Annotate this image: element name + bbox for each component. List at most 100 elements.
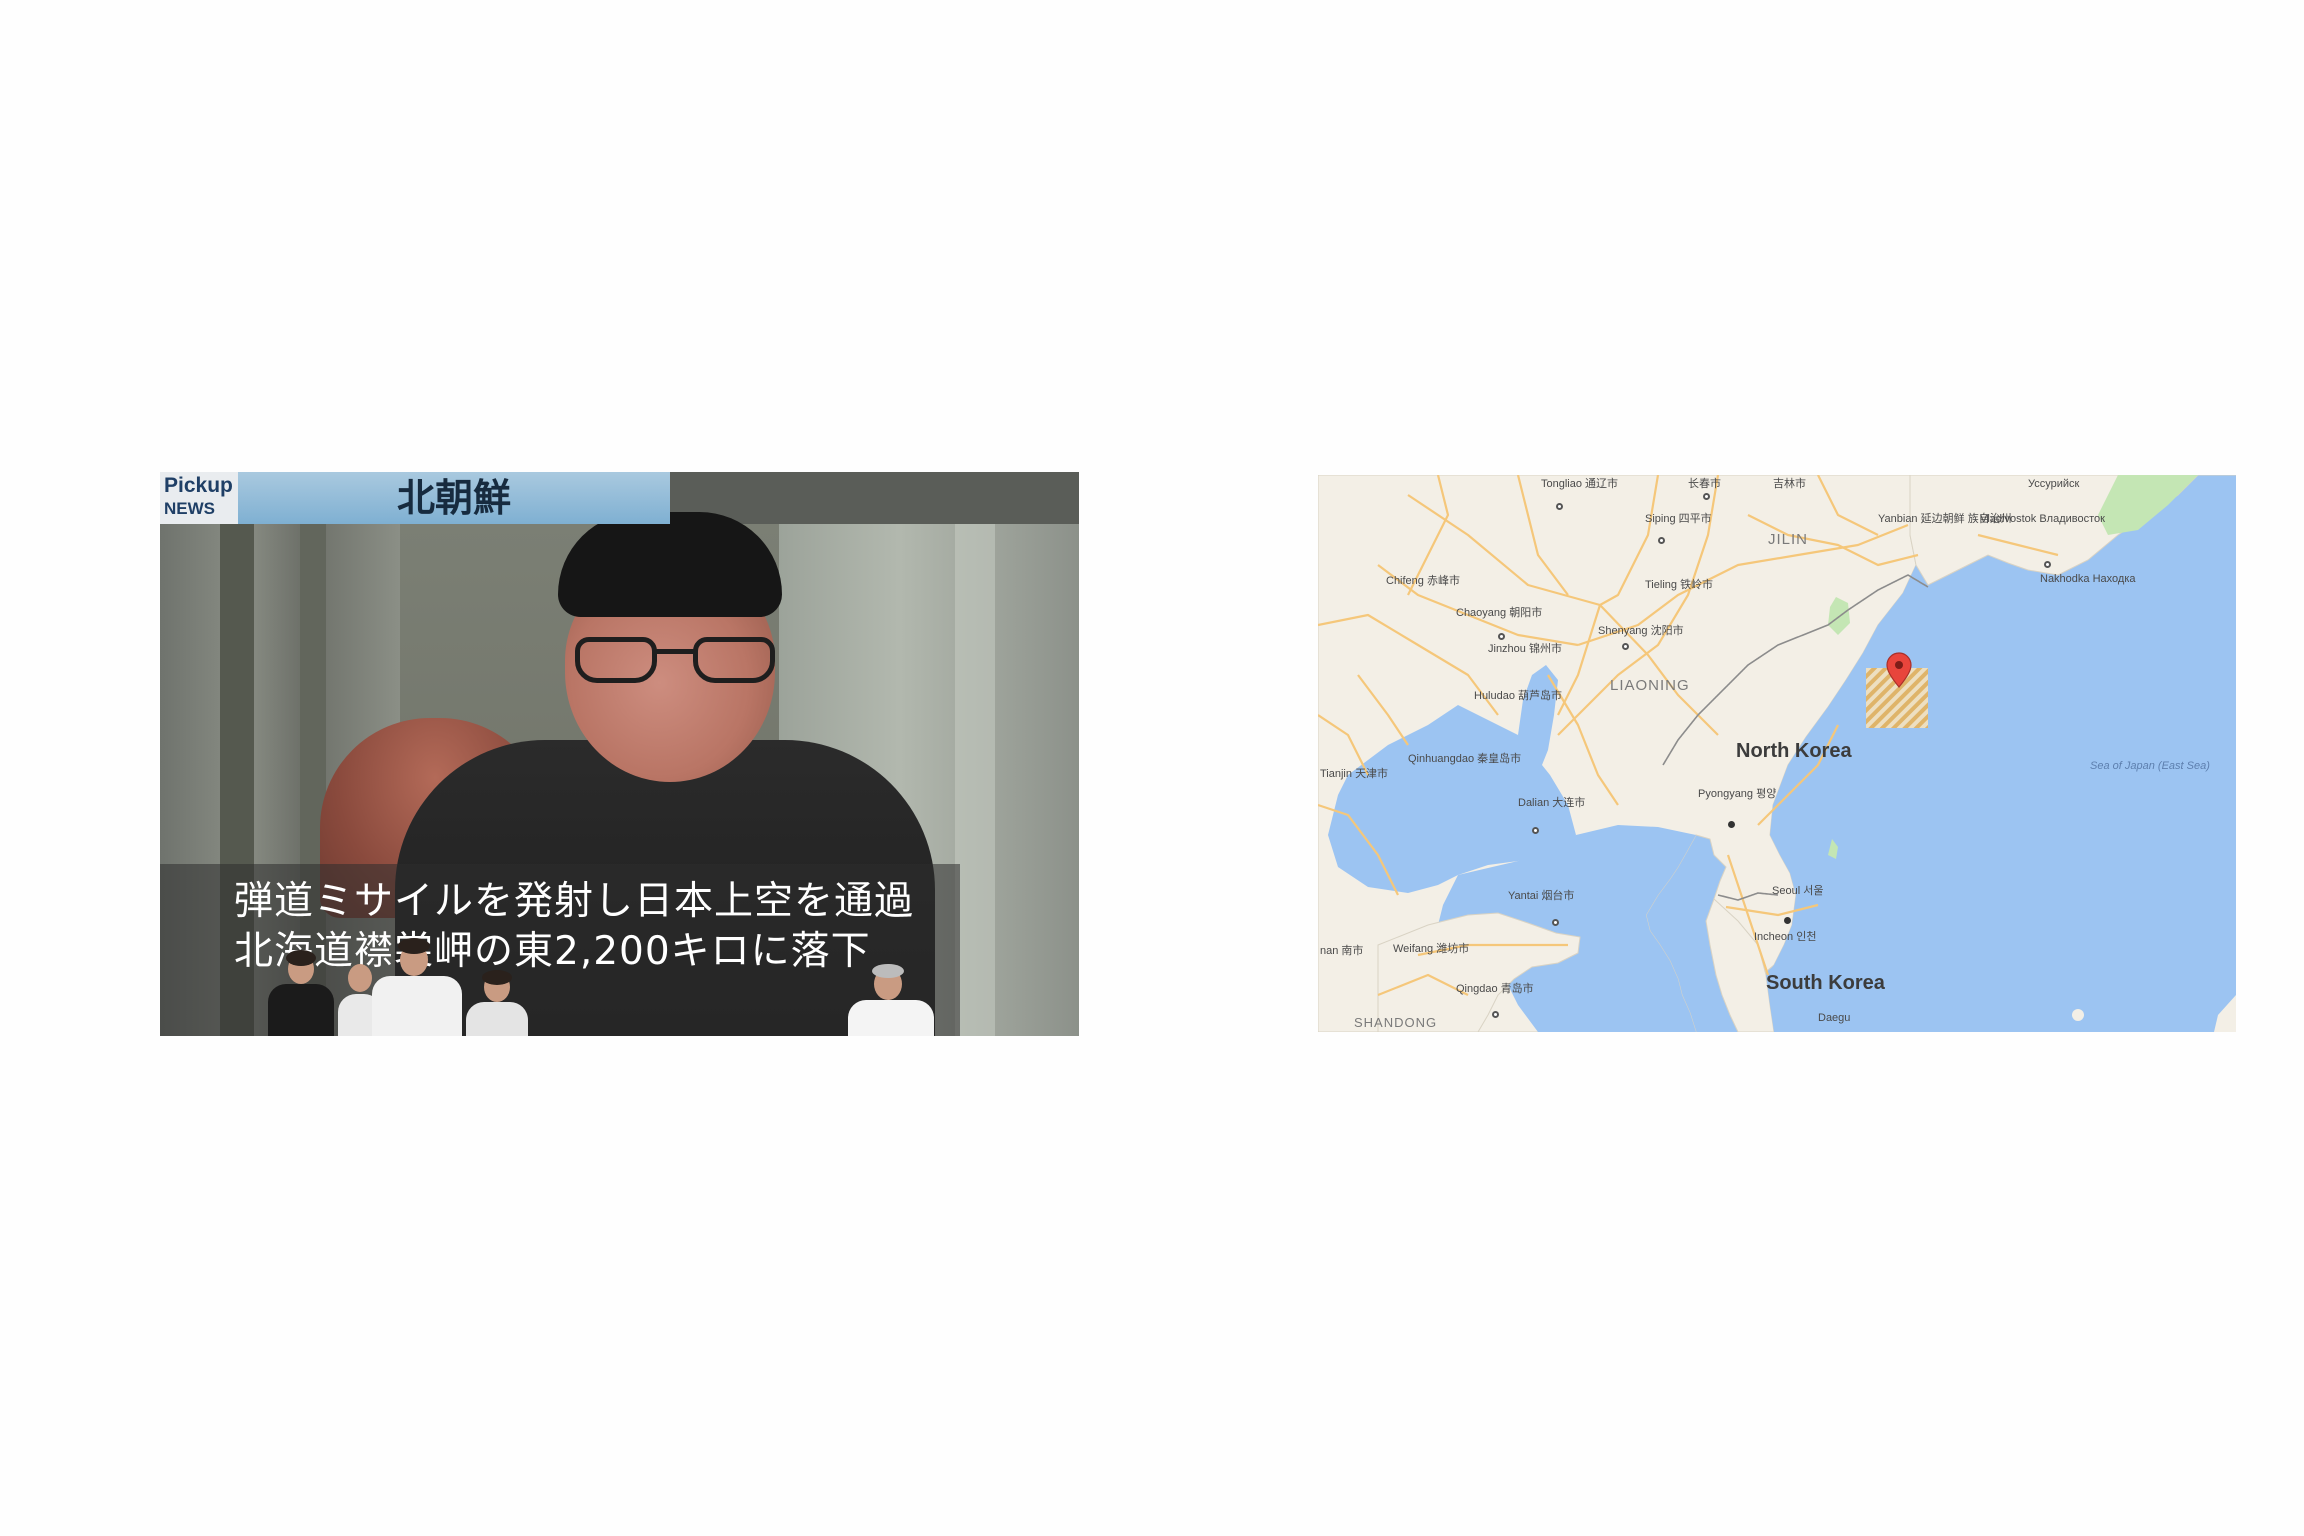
pedestrian [846, 964, 936, 1036]
city-dot [1622, 643, 1629, 650]
label-liaoning: LIAONING [1610, 677, 1690, 694]
city-name: Tongliao [1541, 478, 1582, 490]
city-name: Yantai [1508, 890, 1539, 902]
city-name-local: 锦州市 [1528, 643, 1562, 655]
city-name-local: Владивосток [2039, 513, 2105, 525]
label-south-korea: South Korea [1766, 972, 1885, 994]
city-jinzhou: Jinzhou 锦州市 [1488, 643, 1562, 655]
city-name-local: 青岛市 [1500, 983, 1534, 995]
city-name-local: 大连市 [1552, 797, 1586, 809]
city-name: Qingdao [1456, 983, 1498, 995]
city-chaoyang: Chaoyang 朝阳市 [1456, 607, 1542, 619]
city-name: Shenyang [1598, 625, 1648, 637]
city-nakhodka: Nakhodka Находка [2040, 573, 2136, 585]
sea-label-line-1: Sea of Japan [2090, 760, 2155, 772]
city-name-local: 延边朝鲜 [1920, 513, 1965, 525]
city-name-local: 葫芦岛市 [1518, 690, 1563, 702]
city-name: Incheon [1754, 931, 1794, 943]
city-ussuriysk: Уссурийск [2028, 478, 2079, 490]
city-name-local: 铁岭市 [1680, 579, 1714, 591]
city-name-local: 烟台市 [1541, 890, 1575, 902]
city-name: Chifeng [1386, 575, 1424, 587]
location-marker-dot [1895, 661, 1903, 669]
city-name: Chaoyang [1456, 607, 1507, 619]
city-name-local: Находка [2092, 573, 2136, 585]
logo-line-2: NEWS [164, 499, 215, 518]
city-name: Siping [1645, 513, 1676, 525]
pickup-news-logo: Pickup NEWS [160, 472, 238, 524]
city-pyongyang: Pyongyang 평양 [1698, 788, 1776, 800]
logo-line-1: Pickup [164, 474, 233, 497]
city-name: Qinhuangdao [1408, 753, 1475, 765]
pedestrian [368, 938, 464, 1036]
city-huludao: Huludao 葫芦岛市 [1474, 690, 1562, 702]
city-name-local: 朝阳市 [1509, 607, 1543, 619]
city-name-local: 通辽市 [1585, 478, 1619, 490]
city-seoul: Seoul 서울 [1772, 885, 1823, 897]
city-jinan: nan 南市 [1320, 945, 1363, 957]
city-name: Dalian [1518, 797, 1550, 809]
eyeglass-lens-left [575, 637, 657, 683]
city-qinhuangdao: Qinhuangdao 秦皇岛市 [1408, 753, 1521, 765]
pedestrian [260, 950, 340, 1036]
label-shandong: SHANDONG [1354, 1015, 1438, 1030]
city-dot [1552, 919, 1559, 926]
city-tianjin: Tianjin 天津市 [1320, 768, 1388, 780]
city-name: Уссурийск [2028, 478, 2080, 490]
eyeglasses [575, 637, 775, 687]
city-tongliao: Tongliao 通辽市 [1541, 478, 1618, 490]
city-name: Daegu [1818, 1012, 1851, 1024]
city-daegu: Daegu [1818, 1012, 1850, 1024]
city-dot [1703, 493, 1710, 500]
city-name: Weifang [1393, 943, 1434, 955]
city-name-local: 天津市 [1355, 768, 1389, 780]
eyeglass-bridge [655, 649, 695, 654]
city-name: Huludao [1474, 690, 1515, 702]
city-name: 长春市 [1688, 478, 1721, 490]
city-dot [1658, 537, 1665, 544]
city-name: Tianjin [1320, 768, 1352, 780]
city-dot [1492, 1011, 1499, 1018]
city-incheon: Incheon 인천 [1754, 931, 1816, 943]
city-name-local: 평양 [1756, 788, 1777, 800]
city-name: Nakhodka [2040, 573, 2090, 585]
city-name-local: 南市 [1341, 945, 1364, 957]
city-name-local: 四平市 [1678, 513, 1712, 525]
city-yantai: Yantai 烟台市 [1508, 890, 1574, 902]
city-name-local: 秦皇岛市 [1477, 753, 1522, 765]
city-name-local: 沈阳市 [1650, 625, 1684, 637]
city-name-local: 인천 [1796, 931, 1817, 943]
city-jilin: 吉林市 [1773, 478, 1806, 490]
city-tieling: Tieling 铁岭市 [1645, 579, 1713, 591]
city-name-local: 潍坊市 [1436, 943, 1470, 955]
city-dot [2044, 561, 2051, 568]
building-pillar [955, 524, 995, 1036]
pedestrian [464, 970, 530, 1036]
person-hair [558, 512, 782, 617]
news-ticker-line-1: 弾道ミサイルを発射し日本上空を通過 [234, 879, 915, 924]
city-name: Pyongyang [1698, 788, 1754, 800]
city-name-local: 서울 [1803, 885, 1824, 897]
city-changchun: 长春市 [1688, 478, 1721, 490]
city-name: Yanbian [1878, 513, 1918, 525]
label-sea-of-japan: Sea of Japan (East Sea) [2090, 760, 2210, 773]
city-name: Jinzhou [1488, 643, 1526, 655]
label-jilin: JILIN [1768, 531, 1809, 548]
news-screen-photo: Pickup NEWS 北朝鮮 弾道ミサイルを発射し日本上空を通過 北海道襟裳岬… [160, 472, 1079, 1036]
island [2072, 1009, 2084, 1021]
label-north-korea: North Korea [1736, 740, 1852, 762]
city-name: Seoul [1772, 885, 1801, 897]
city-dot [1556, 503, 1563, 510]
city-dot [1498, 633, 1505, 640]
city-chifeng: Chifeng 赤峰市 [1386, 575, 1460, 587]
city-qingdao: Qingdao 青岛市 [1456, 983, 1534, 995]
city-dot [1532, 827, 1539, 834]
capital-dot [1784, 917, 1791, 924]
city-weifang: Weifang 潍坊市 [1393, 943, 1469, 955]
city-name: Tieling [1645, 579, 1677, 591]
city-name: 吉林市 [1773, 478, 1806, 490]
city-name: Vladivostok [1980, 513, 2037, 525]
city-vladivostok: Vladivostok Владивосток [1980, 513, 2105, 525]
city-dalian: Dalian 大连市 [1518, 797, 1585, 809]
news-banner-title: 北朝鮮 [238, 472, 670, 524]
